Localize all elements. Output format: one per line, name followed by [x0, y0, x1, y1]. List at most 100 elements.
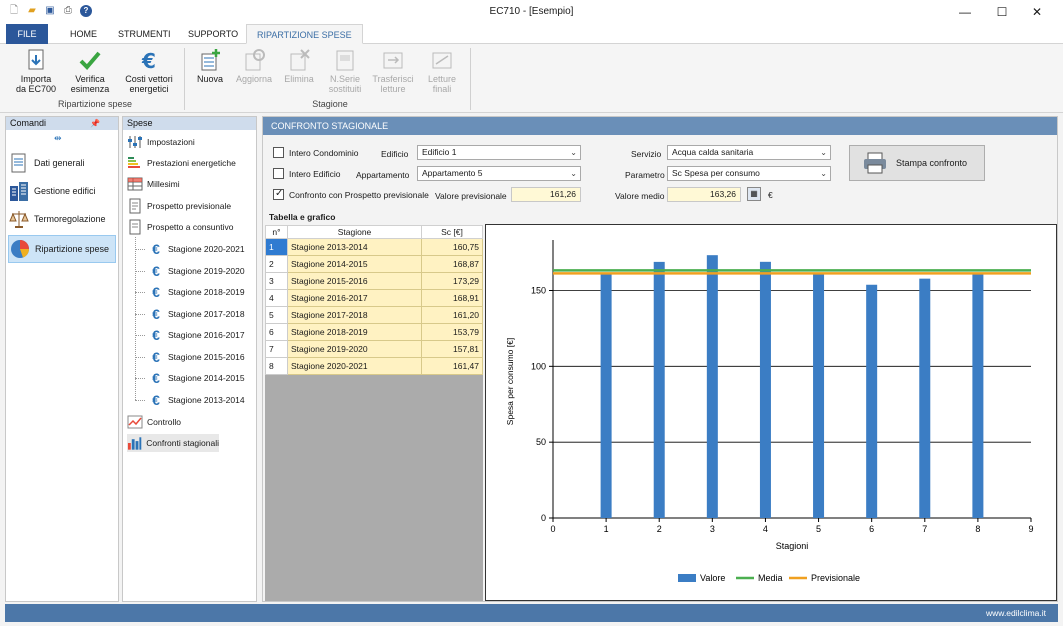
table-row[interactable]: 3 Stagione 2015-2016 173,29 — [265, 272, 483, 290]
aggiorna-button[interactable]: Aggiorna — [232, 48, 276, 84]
tree-item-season[interactable]: € Stagione 2017-2018 — [148, 305, 245, 323]
tab-ripartizione-spese[interactable]: RIPARTIZIONE SPESE — [246, 24, 363, 44]
confronto-prospetto-checkbox[interactable]: Confronto con Prospetto previsionale — [273, 188, 429, 200]
verifica-button[interactable]: Verifica esimenza — [66, 48, 114, 94]
table-row[interactable]: 1 Stagione 2013-2014 160,75 — [265, 238, 483, 256]
tree-item-confronti-stagionali[interactable]: Confronti stagionali — [127, 434, 219, 452]
letture-label-2: finali — [432, 84, 452, 94]
checkbox-label: Intero Condominio — [289, 147, 359, 158]
row-stagione[interactable]: Stagione 2016-2017 — [287, 289, 422, 307]
row-stagione[interactable]: Stagione 2013-2014 — [287, 238, 422, 256]
row-stagione[interactable]: Stagione 2014-2015 — [287, 255, 422, 273]
stampa-confronto-button[interactable]: Stampa confronto — [849, 145, 985, 181]
tree-item-season[interactable]: € Stagione 2016-2017 — [148, 326, 244, 344]
parametro-select[interactable]: Sc Spesa per consumo ⌄ — [667, 166, 831, 181]
costi-vettori-button[interactable]: € Costi vettori energetici — [120, 48, 178, 94]
elimina-button[interactable]: Elimina — [280, 48, 318, 84]
cmd-termoregolazione[interactable]: Termoregolazione — [8, 205, 116, 233]
tree-item-season[interactable]: € Stagione 2015-2016 — [148, 348, 244, 366]
row-stagione[interactable]: Stagione 2015-2016 — [287, 272, 422, 290]
col-header-stagione[interactable]: Stagione — [287, 225, 422, 239]
group-label-ripartizione: Ripartizione spese — [57, 99, 133, 109]
tree-item-prestazioni[interactable]: Prestazioni energetiche — [127, 154, 236, 172]
nuova-button[interactable]: Nuova — [192, 48, 228, 84]
row-stagione[interactable]: Stagione 2018-2019 — [287, 323, 422, 341]
trasferisci-label: Trasferisci — [372, 74, 414, 84]
tree-connector — [135, 249, 145, 250]
tree-label: Millesimi — [147, 179, 180, 189]
letture-finali-button[interactable]: Letture finali — [420, 48, 464, 94]
servizio-select[interactable]: Acqua calda sanitaria ⌄ — [667, 145, 831, 160]
checkbox-box[interactable] — [273, 188, 284, 200]
valore-previsionale-field[interactable]: 161,26 — [511, 187, 581, 202]
checkbox-box[interactable] — [273, 147, 284, 158]
tree-item-season[interactable]: € Stagione 2013-2014 — [148, 391, 244, 409]
tab-file[interactable]: FILE — [6, 24, 48, 44]
table-row[interactable]: 4 Stagione 2016-2017 168,91 — [265, 289, 483, 307]
tree-item-season[interactable]: € Stagione 2020-2021 — [148, 240, 244, 258]
tree-item-controllo[interactable]: Controllo — [127, 413, 181, 431]
maximize-button[interactable]: ☐ — [987, 3, 1017, 21]
row-sc[interactable]: 173,29 — [421, 272, 483, 290]
tree-item-season[interactable]: € Stagione 2014-2015 — [148, 369, 244, 387]
importa-label: Importa — [20, 74, 52, 84]
table-row[interactable]: 5 Stagione 2017-2018 161,20 — [265, 306, 483, 324]
cmd-dati-generali[interactable]: Dati generali — [8, 149, 116, 177]
select-value: Appartamento 5 — [422, 168, 483, 178]
cmd-gestione-edifici[interactable]: Gestione edifici — [8, 177, 116, 205]
row-sc[interactable]: 168,87 — [421, 255, 483, 273]
edificio-select[interactable]: Edificio 1 ⌄ — [417, 145, 581, 160]
row-sc[interactable]: 157,81 — [421, 340, 483, 358]
calculator-icon[interactable]: ▦ — [747, 187, 761, 201]
pin-icon[interactable]: 📌 — [90, 117, 100, 130]
row-sc[interactable]: 161,47 — [421, 357, 483, 375]
row-sc[interactable]: 153,79 — [421, 323, 483, 341]
y-axis-label: Spesa per consumo [€] — [505, 338, 515, 425]
col-header-sc[interactable]: Sc [€] — [421, 225, 483, 239]
tab-strumenti[interactable]: STRUMENTI — [108, 24, 181, 44]
row-index: 1 — [265, 238, 288, 256]
table-row[interactable]: 6 Stagione 2018-2019 153,79 — [265, 323, 483, 341]
checkbox-box[interactable] — [273, 168, 284, 179]
tabella-grafico-label: Tabella e grafico — [269, 212, 336, 222]
row-stagione[interactable]: Stagione 2020-2021 — [287, 357, 422, 375]
comandi-header: Comandi 📌 — [6, 117, 118, 130]
tree-label: Prospetto previsionale — [147, 201, 232, 211]
table-row[interactable]: 2 Stagione 2014-2015 168,87 — [265, 255, 483, 273]
bar-valore — [653, 261, 665, 518]
intero-edificio-checkbox[interactable]: Intero Edificio — [273, 168, 341, 179]
new-season-icon — [201, 49, 220, 71]
row-stagione[interactable]: Stagione 2019-2020 — [287, 340, 422, 358]
intero-condominio-checkbox[interactable]: Intero Condominio — [273, 147, 358, 158]
table-row[interactable]: 8 Stagione 2020-2021 161,47 — [265, 357, 483, 375]
importa-button[interactable]: Importa da EC700 — [12, 48, 60, 94]
minimize-button[interactable]: — — [950, 3, 980, 21]
tree-item-impostazioni[interactable]: Impostazioni — [127, 133, 195, 151]
tree-label: Stagione 2017-2018 — [168, 309, 245, 319]
col-header-n[interactable]: n° — [265, 225, 288, 239]
collapse-arrows-icon[interactable]: ⇹ — [54, 133, 62, 144]
row-sc[interactable]: 160,75 — [421, 238, 483, 256]
tree-item-season[interactable]: € Stagione 2018-2019 — [148, 283, 244, 301]
tab-supporto[interactable]: SUPPORTO — [178, 24, 248, 44]
row-sc[interactable]: 168,91 — [421, 289, 483, 307]
valore-medio-field[interactable]: 163,26 — [667, 187, 741, 202]
close-button[interactable]: ✕ — [1022, 3, 1052, 21]
tree-item-millesimi[interactable]: Millesimi — [127, 175, 180, 193]
row-stagione[interactable]: Stagione 2017-2018 — [287, 306, 422, 324]
chevron-down-icon: ⌄ — [570, 169, 577, 178]
nserie-button[interactable]: N.Serie sostituiti — [322, 48, 368, 94]
tree-item-prospetto-consuntivo[interactable]: Prospetto a consuntivo — [127, 218, 233, 236]
table-row[interactable]: 7 Stagione 2019-2020 157,81 — [265, 340, 483, 358]
tab-home[interactable]: HOME — [60, 24, 107, 44]
appartamento-select[interactable]: Appartamento 5 ⌄ — [417, 166, 581, 181]
euro-icon: € — [152, 241, 160, 257]
tree-item-season[interactable]: € Stagione 2019-2020 — [148, 262, 244, 280]
trasferisci-button[interactable]: Trasferisci letture — [370, 48, 416, 94]
group-label-stagione: Stagione — [312, 99, 348, 109]
document-icon — [11, 153, 26, 173]
tree-item-prospetto-previsionale[interactable]: Prospetto previsionale — [127, 197, 231, 215]
euro-icon: € — [152, 263, 160, 279]
cmd-ripartizione-spese[interactable]: Ripartizione spese — [8, 235, 116, 263]
row-sc[interactable]: 161,20 — [421, 306, 483, 324]
